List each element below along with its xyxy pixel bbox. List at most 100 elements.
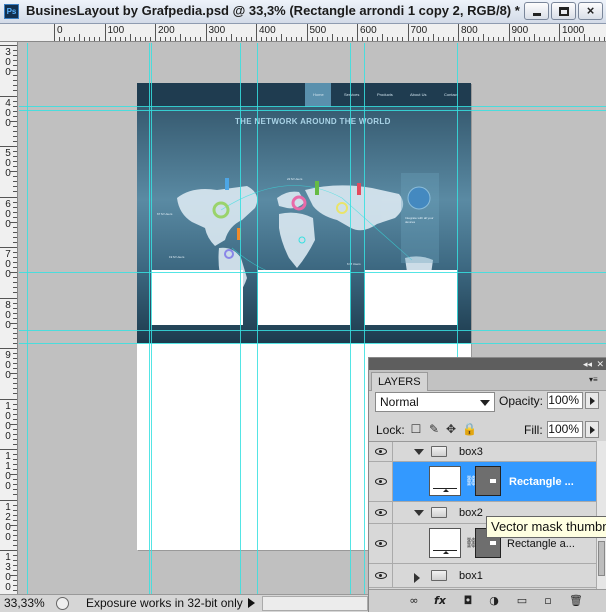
- link-chain-icon[interactable]: ⛓: [465, 476, 478, 488]
- lock-transparency-icon[interactable]: ☐: [409, 422, 423, 436]
- scrollbar-thumb[interactable]: [598, 541, 605, 576]
- status-message: Exposure works in 32-bit only: [86, 596, 243, 610]
- guide-vertical[interactable]: [364, 43, 365, 594]
- ruler-minor-tick: [468, 37, 470, 41]
- adjustment-layer-icon[interactable]: ◑: [487, 595, 501, 607]
- guide-horizontal[interactable]: [19, 330, 606, 331]
- collapse-panel-icon[interactable]: ◂◂: [583, 358, 592, 370]
- ruler-label: 600: [360, 25, 377, 36]
- new-layer-icon[interactable]: ▫: [541, 595, 555, 607]
- horizontal-ruler[interactable]: 0 100 200 300 400 500 600 700 800 900 1000: [0, 24, 606, 42]
- status-menu-arrow-icon[interactable]: [248, 598, 255, 608]
- layer-group-box1[interactable]: box1: [369, 564, 597, 588]
- visibility-cell: [369, 462, 393, 501]
- ruler-minor-tick: [59, 37, 61, 41]
- layer-thumbnail[interactable]: [429, 528, 461, 558]
- ruler-minor-tick: [109, 37, 111, 41]
- ruler-label: 900: [511, 25, 529, 36]
- lock-position-icon[interactable]: ✥: [444, 422, 458, 436]
- ruler-minor-tick: [13, 80, 17, 82]
- zoom-level-field[interactable]: 33,33%: [4, 596, 52, 611]
- ruler-minor-tick: [220, 37, 222, 41]
- guide-vertical[interactable]: [257, 43, 258, 594]
- ruler-minor-tick: [119, 37, 121, 41]
- guide-vertical[interactable]: [350, 43, 351, 594]
- lock-all-icon[interactable]: 🔒: [462, 422, 477, 436]
- eye-icon[interactable]: [375, 448, 387, 455]
- fx-icon[interactable]: fx: [433, 595, 447, 607]
- eye-icon[interactable]: [375, 572, 387, 579]
- ruler-minor-tick: [10, 171, 17, 173]
- fill-input[interactable]: 100%: [547, 421, 583, 438]
- layers-scrollbar[interactable]: [596, 441, 606, 589]
- eye-icon[interactable]: [375, 478, 387, 485]
- ruler-minor-tick: [10, 524, 17, 526]
- guide-horizontal[interactable]: [19, 343, 606, 344]
- ruler-minor-tick: [89, 37, 91, 41]
- ruler-label: 500: [309, 25, 327, 36]
- ruler-minor-tick: [362, 37, 364, 41]
- layer-name: Rectangle a...: [507, 538, 575, 550]
- new-group-icon[interactable]: ▭: [515, 595, 529, 607]
- panel-title-strip[interactable]: ◂◂ ✕: [369, 358, 606, 370]
- trash-icon[interactable]: 🗑: [569, 595, 583, 607]
- tab-layers[interactable]: LAYERS: [371, 372, 428, 391]
- ruler-minor-tick: [230, 34, 232, 41]
- eye-icon[interactable]: [375, 540, 387, 547]
- horizontal-scrollbar[interactable]: [262, 596, 368, 611]
- ruler-minor-tick: [13, 302, 17, 304]
- layer-thumbnail[interactable]: [429, 466, 461, 496]
- add-mask-icon[interactable]: ◘: [461, 595, 475, 607]
- status-info-icon[interactable]: [56, 597, 69, 610]
- vertical-ruler[interactable]: 300 400 500 600 700 800 900 1000 1100 1200 1300: [0, 42, 18, 594]
- close-panel-icon[interactable]: ✕: [596, 358, 604, 370]
- layer-group-box3[interactable]: box3: [369, 442, 597, 462]
- guide-horizontal[interactable]: [19, 110, 606, 111]
- ruler-minor-tick: [13, 60, 17, 62]
- fill-slider-toggle[interactable]: [585, 421, 599, 438]
- expand-triangle-icon[interactable]: [414, 573, 420, 583]
- ruler-minor-tick: [538, 37, 540, 41]
- ruler-minor-tick: [10, 272, 17, 274]
- opacity-input[interactable]: 100%: [547, 392, 583, 409]
- ruler-minor-tick: [331, 34, 333, 41]
- ruler-minor-tick: [13, 90, 17, 92]
- opacity-slider-toggle[interactable]: [585, 392, 599, 409]
- ruler-minor-tick: [13, 469, 17, 471]
- ruler-minor-tick: [569, 37, 571, 41]
- guide-vertical[interactable]: [151, 43, 152, 594]
- vector-mask-thumbnail[interactable]: [475, 466, 501, 496]
- layer-rectangle-selected[interactable]: ⛓ Rectangle ...: [369, 462, 597, 502]
- visibility-cell: [369, 524, 393, 563]
- guide-horizontal[interactable]: [19, 106, 606, 107]
- expand-triangle-icon[interactable]: [414, 449, 424, 455]
- link-layers-icon[interactable]: ∞: [407, 595, 421, 607]
- guide-vertical[interactable]: [240, 43, 241, 594]
- blend-mode-select[interactable]: Normal: [375, 392, 495, 412]
- ruler-minor-tick: [13, 509, 17, 511]
- ruler-minor-tick: [10, 221, 17, 223]
- expand-triangle-icon[interactable]: [414, 510, 424, 516]
- title-bar[interactable]: Ps BusinesLayout by Grafpedia.psd @ 33,3…: [0, 0, 606, 24]
- ruler-minor-tick: [392, 37, 394, 41]
- ruler-minor-tick: [13, 464, 17, 466]
- panel-menu-icon[interactable]: ▾≡: [589, 375, 603, 385]
- ruler-minor-tick: [473, 37, 475, 41]
- document-navbar: Home Services Products About Us Contact: [137, 83, 471, 107]
- ruler-minor-tick: [261, 37, 263, 41]
- guide-horizontal[interactable]: [19, 272, 606, 273]
- ruler-minor-tick: [402, 37, 404, 41]
- ruler-minor-tick: [503, 37, 505, 41]
- close-button[interactable]: ×: [578, 2, 603, 20]
- link-chain-icon[interactable]: ⛓: [465, 538, 478, 550]
- tooltip: Vector mask thumbnail: [486, 516, 606, 538]
- guide-vertical[interactable]: [27, 43, 28, 594]
- maximize-button[interactable]: [551, 2, 576, 20]
- minimize-button[interactable]: [524, 2, 549, 20]
- lock-image-icon[interactable]: ✎: [427, 422, 441, 436]
- eye-icon[interactable]: [375, 509, 387, 516]
- ruler-tick: [559, 24, 560, 41]
- ruler-minor-tick: [427, 37, 429, 41]
- ruler-minor-tick: [13, 514, 17, 516]
- guide-vertical[interactable]: [149, 43, 150, 594]
